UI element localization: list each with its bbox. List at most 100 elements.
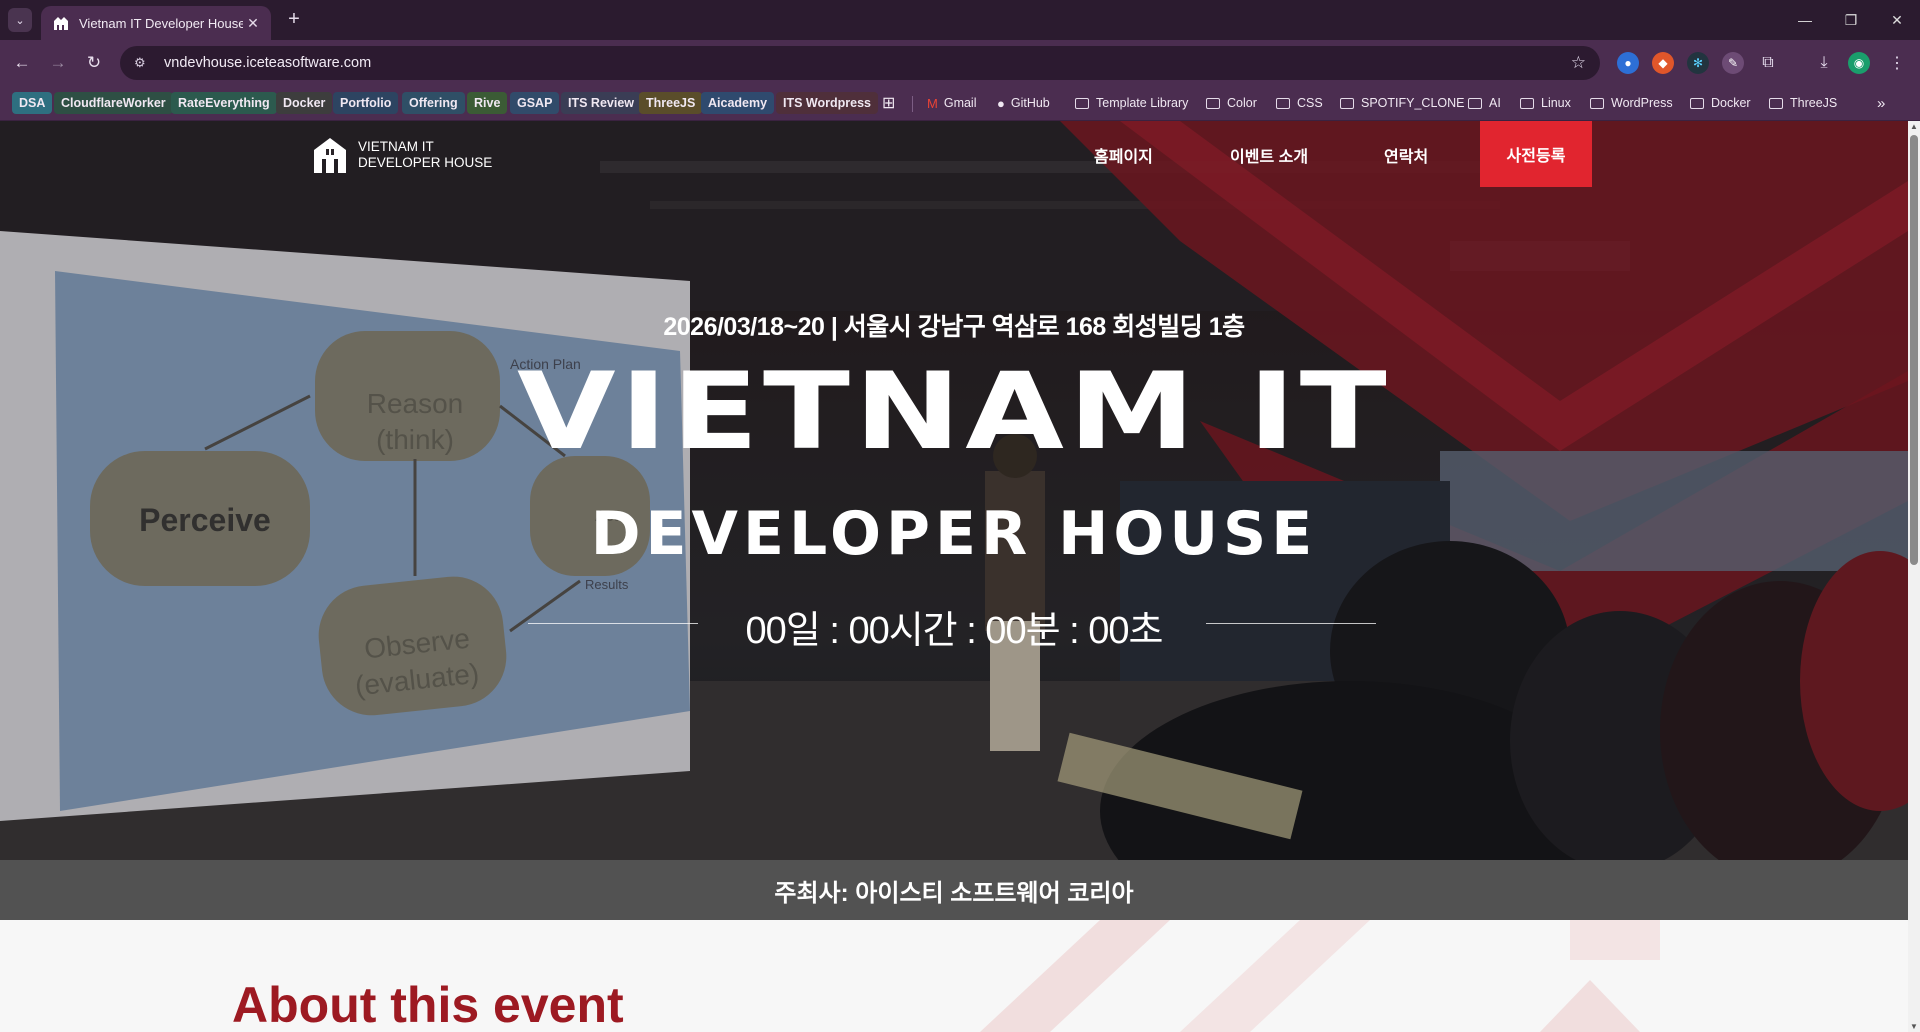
hero-title: VIETNAM IT [516, 348, 1392, 474]
bookmark-label: Docker [1711, 96, 1751, 110]
bookmark-dsa[interactable]: DSA [12, 92, 53, 114]
tab-strip: ⌄ Vietnam IT Developer House ✕ + — ❐ ✕ [0, 0, 1920, 40]
profile-avatar[interactable]: ◉ [1848, 52, 1870, 74]
bookmarks-overflow-button[interactable]: » [1877, 92, 1885, 114]
tab-title: Vietnam IT Developer House [79, 15, 243, 31]
bookmark-folder-ai[interactable]: AI [1468, 92, 1501, 114]
pre-register-button[interactable]: 사전등록 [1480, 121, 1592, 187]
bookmark-star-icon[interactable]: ☆ [1571, 53, 1586, 73]
bookmark-label: Color [1227, 96, 1257, 110]
countdown-right-line [1206, 623, 1376, 624]
organizer-banner: 주최사: 아이스티 소프트웨어 코리아 [0, 860, 1908, 920]
folder-icon [1520, 97, 1534, 109]
scroll-down-icon[interactable]: ▼ [1910, 1022, 1918, 1031]
about-title: About this event [232, 977, 624, 1032]
new-tab-button[interactable]: + [282, 8, 306, 32]
bookmark-label: AI [1489, 96, 1501, 110]
bookmark-folder-color[interactable]: Color [1206, 92, 1257, 114]
bookmark-folder-docker[interactable]: Docker [1690, 92, 1751, 114]
folder-icon [1468, 97, 1482, 109]
bookmark-folder-template-library[interactable]: Template Library [1075, 92, 1188, 114]
site-logo[interactable]: VIETNAM IT DEVELOPER HOUSE [312, 135, 492, 175]
extension-react-icon[interactable]: ✻ [1687, 52, 1709, 74]
bookmark-docker[interactable]: Docker [276, 92, 333, 114]
bookmark-label: Linux [1541, 96, 1571, 110]
extension-feather-icon[interactable]: ✎ [1722, 52, 1744, 74]
reload-button[interactable]: ↻ [82, 51, 106, 75]
logo-line-2: DEVELOPER HOUSE [358, 155, 493, 170]
extension-fox-icon[interactable]: ◆ [1652, 52, 1674, 74]
bookmark-threejs[interactable]: ThreeJS [639, 92, 703, 114]
countdown-timer: 00일 : 00시간 : 00분 : 00초 [745, 610, 1164, 652]
github-icon: ● [997, 95, 1005, 111]
tab-close-icon[interactable]: ✕ [243, 15, 263, 32]
active-tab[interactable]: Vietnam IT Developer House ✕ [41, 6, 271, 40]
nav-contact[interactable]: 연락처 [1384, 143, 1428, 167]
browser-toolbar: ← → ↻ ⚙ vndevhouse.iceteasoftware.com ☆ … [0, 40, 1920, 86]
bookmark-label: Template Library [1096, 96, 1189, 110]
bookmark-folder-threejs[interactable]: ThreeJS [1769, 92, 1837, 114]
bookmark-rateeverything[interactable]: RateEverything [171, 92, 277, 114]
bookmark-gsap[interactable]: GSAP [510, 92, 560, 114]
bookmark-label: ThreeJS [1790, 96, 1838, 110]
address-bar[interactable]: ⚙ vndevhouse.iceteasoftware.com ☆ [120, 46, 1600, 80]
bookmark-label: Gmail [943, 96, 977, 110]
scrollbar-thumb[interactable] [1910, 135, 1918, 565]
restore-button[interactable]: ❐ [1828, 0, 1874, 40]
folder-icon [1769, 97, 1783, 109]
folder-icon [1690, 97, 1704, 109]
scroll-up-icon[interactable]: ▲ [1910, 122, 1918, 131]
hero-dark-overlay [0, 121, 1908, 860]
extension-1password-icon[interactable]: ● [1617, 52, 1639, 74]
folder-icon [1590, 97, 1604, 109]
bookmark-label: CSS [1297, 96, 1323, 110]
bookmark-portfolio[interactable]: Portfolio [333, 92, 399, 114]
bookmark-github[interactable]: ● GitHub [997, 92, 1050, 114]
house-logo-icon [314, 138, 346, 173]
tab-search-button[interactable]: ⌄ [8, 8, 32, 32]
nav-home[interactable]: 홈페이지 [1094, 143, 1153, 167]
bookmark-gmail[interactable]: M Gmail [927, 92, 977, 114]
bookmark-label: WordPress [1611, 96, 1673, 110]
page-scrollbar[interactable]: ▲ ▼ [1908, 121, 1920, 1032]
hero-section: Perceive Reason (think) Observe (evaluat… [0, 121, 1908, 860]
bookmark-rive[interactable]: Rive [467, 92, 508, 114]
downloads-icon[interactable]: ⤓ [1813, 52, 1835, 74]
event-date-location: 2026/03/18~20 | 서울시 강남구 역삼로 168 회성빌딩 1층 [663, 313, 1245, 341]
about-background-chevrons [980, 920, 1660, 1032]
folder-icon [1340, 97, 1354, 109]
bookmark-folder-linux[interactable]: Linux [1520, 92, 1571, 114]
bookmark-offering[interactable]: Offering [402, 92, 465, 114]
bookmark-its-review[interactable]: ITS Review [561, 92, 641, 114]
page-viewport: Perceive Reason (think) Observe (evaluat… [0, 121, 1908, 1032]
url-text: vndevhouse.iceteasoftware.com [164, 55, 372, 71]
close-window-button[interactable]: ✕ [1874, 0, 1920, 40]
bookmark-folder-spotify-clone[interactable]: SPOTIFY_CLONE [1340, 92, 1465, 114]
apps-grid-icon[interactable]: ⊞ [882, 92, 895, 114]
folder-icon [1206, 97, 1220, 109]
folder-icon [1075, 97, 1089, 109]
menu-kebab-icon[interactable]: ⋮ [1886, 52, 1908, 74]
back-button[interactable]: ← [10, 51, 34, 75]
site-favicon-icon [54, 17, 68, 30]
site-header: VIETNAM IT DEVELOPER HOUSE 홈페이지 이벤트 소개 연… [0, 121, 1908, 187]
minimize-button[interactable]: — [1782, 0, 1828, 40]
extensions-puzzle-icon[interactable]: ⧉ [1757, 52, 1779, 74]
forward-button[interactable]: → [46, 51, 70, 75]
bookmark-folder-wordpress[interactable]: WordPress [1590, 92, 1673, 114]
bookmarks-divider [912, 96, 913, 112]
bookmark-aicademy[interactable]: Aicademy [701, 92, 775, 114]
nav-event-intro[interactable]: 이벤트 소개 [1230, 143, 1308, 167]
bookmark-cloudflareworker[interactable]: CloudflareWorker [54, 92, 173, 114]
bookmarks-bar: DSA CloudflareWorker RateEverything Dock… [0, 86, 1920, 121]
site-info-icon[interactable]: ⚙ [134, 55, 154, 71]
about-section: About this event [0, 920, 1908, 1032]
bookmark-its-wordpress[interactable]: ITS Wordpress [776, 92, 878, 114]
bookmark-label: SPOTIFY_CLONE [1361, 96, 1465, 110]
logo-line-1: VIETNAM IT [358, 139, 434, 154]
gmail-icon: M [927, 95, 938, 111]
bookmark-folder-css[interactable]: CSS [1276, 92, 1323, 114]
folder-icon [1276, 97, 1290, 109]
hero-subtitle: DEVELOPER HOUSE [590, 499, 1318, 569]
bookmark-label: GitHub [1010, 96, 1050, 110]
